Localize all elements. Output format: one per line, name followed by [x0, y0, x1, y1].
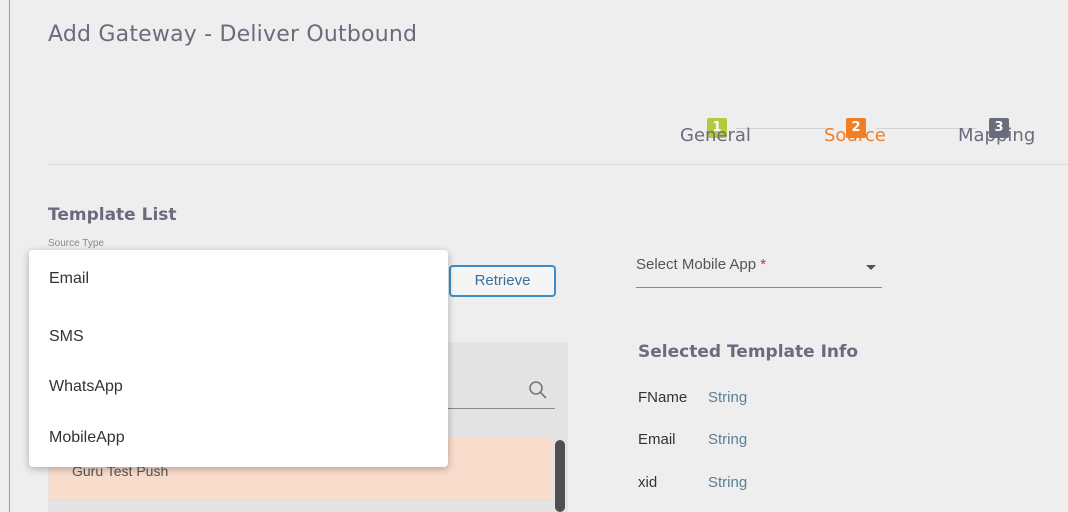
info-field-name: FName — [638, 389, 688, 406]
dropdown-option-sms[interactable]: SMS — [49, 328, 84, 346]
dropdown-option-whatsapp[interactable]: WhatsApp — [49, 378, 123, 396]
source-type-dropdown-menu: Email SMS WhatsApp MobileApp — [29, 250, 448, 467]
caret-down-icon — [866, 265, 876, 270]
mobile-app-select[interactable]: Select Mobile App * — [636, 250, 882, 288]
header-divider — [48, 164, 1068, 165]
mobile-app-select-label: Select Mobile App * — [636, 256, 767, 273]
search-icon[interactable] — [528, 380, 548, 400]
scrollbar[interactable] — [555, 440, 565, 512]
template-info-title: Selected Template Info — [638, 342, 859, 362]
step-2-label[interactable]: Source — [824, 125, 886, 146]
source-type-label: Source Type — [48, 238, 104, 249]
dropdown-option-email[interactable]: Email — [49, 270, 89, 288]
retrieve-button[interactable]: Retrieve — [449, 265, 556, 297]
info-field-name: xid — [638, 474, 658, 491]
info-field-type: String — [708, 431, 748, 448]
dropdown-option-mobileapp[interactable]: MobileApp — [49, 429, 125, 447]
list-divider — [50, 500, 552, 501]
info-field-type: String — [708, 389, 748, 406]
info-field-type: String — [708, 474, 748, 491]
left-border — [9, 0, 10, 512]
info-field-name: Email — [638, 431, 676, 448]
step-3-label[interactable]: Mapping — [958, 125, 1035, 146]
required-mark: * — [760, 256, 767, 273]
page-title: Add Gateway - Deliver Outbound — [48, 22, 418, 47]
step-1-label[interactable]: General — [680, 125, 751, 146]
template-list-title: Template List — [48, 205, 177, 225]
